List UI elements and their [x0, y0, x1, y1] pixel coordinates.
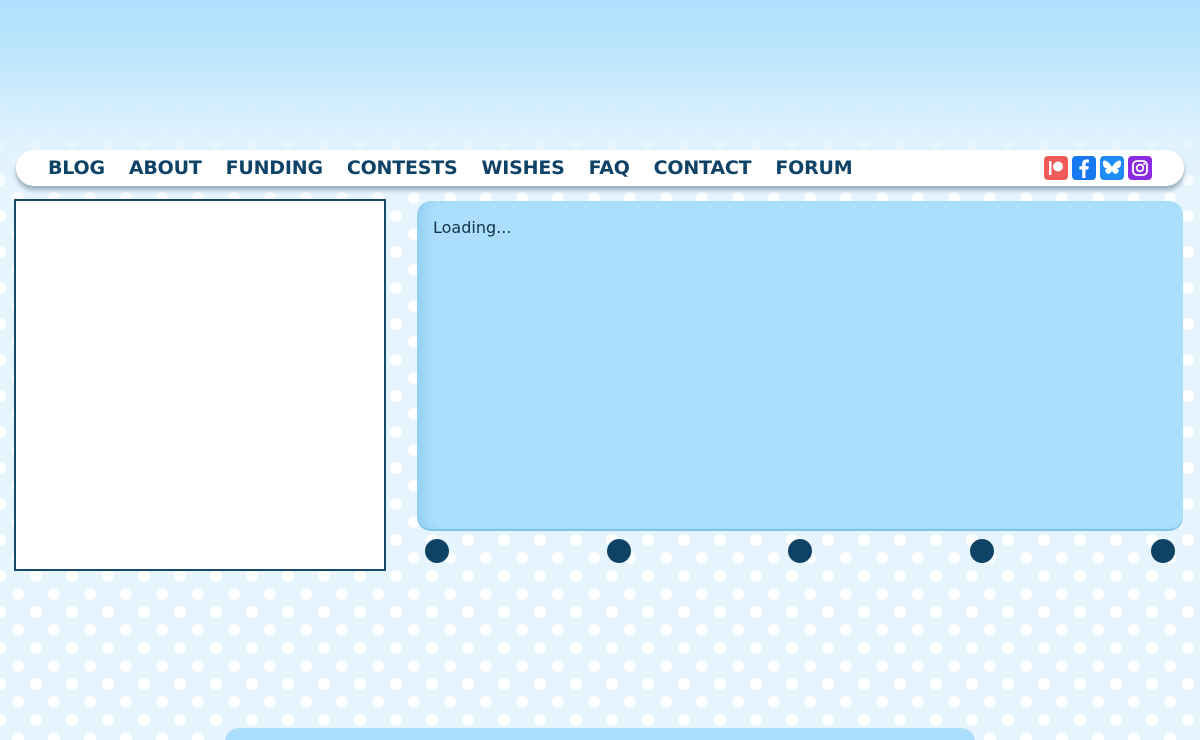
bottom-content-panel: [225, 728, 975, 740]
nav-link-about[interactable]: ABOUT: [129, 157, 202, 179]
instagram-icon[interactable]: [1128, 156, 1152, 180]
left-image-panel: [14, 199, 386, 571]
nav-link-funding[interactable]: FUNDING: [226, 157, 323, 179]
slider-dot-2[interactable]: [607, 539, 631, 563]
nav-link-faq[interactable]: FAQ: [589, 157, 630, 179]
bluesky-icon[interactable]: [1100, 156, 1124, 180]
patreon-icon[interactable]: [1044, 156, 1068, 180]
nav-link-contests[interactable]: CONTESTS: [347, 157, 458, 179]
nav-links: BLOG ABOUT FUNDING CONTESTS WISHES FAQ C…: [48, 150, 876, 186]
nav-link-forum[interactable]: FORUM: [775, 157, 852, 179]
facebook-icon[interactable]: [1072, 156, 1096, 180]
slider-dot-5[interactable]: [1151, 539, 1175, 563]
nav-link-blog[interactable]: BLOG: [48, 157, 105, 179]
slider-dot-1[interactable]: [425, 539, 449, 563]
social-links: [1040, 156, 1152, 180]
slider-dot-4[interactable]: [970, 539, 994, 563]
nav-link-contact[interactable]: CONTACT: [654, 157, 752, 179]
top-navigation-bar: BLOG ABOUT FUNDING CONTESTS WISHES FAQ C…: [16, 150, 1184, 186]
content-slider-panel: Loading...: [417, 201, 1183, 529]
loading-text: Loading...: [433, 218, 512, 237]
slider-dot-3[interactable]: [788, 539, 812, 563]
nav-link-wishes[interactable]: WISHES: [482, 157, 565, 179]
